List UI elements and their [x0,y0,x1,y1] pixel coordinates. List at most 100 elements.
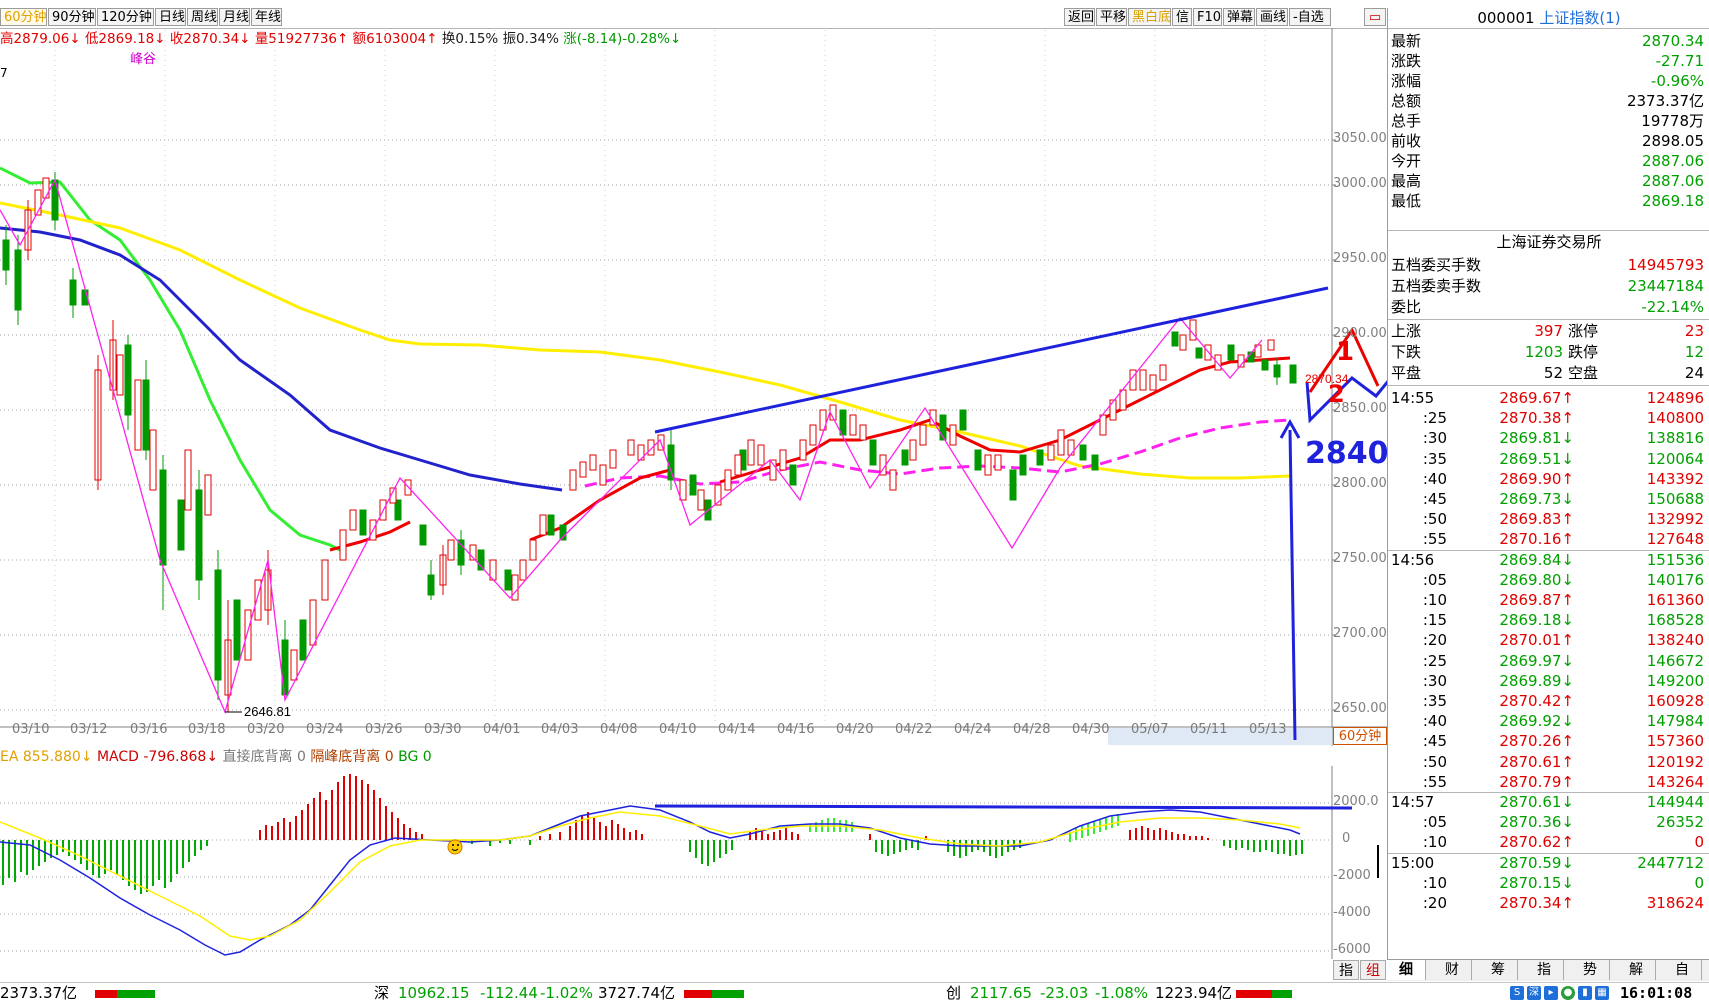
tick-time: :45 [1422,490,1447,508]
stat-label: 最高 [1391,172,1422,190]
tab-finance[interactable]: 财 [1433,960,1472,980]
tab-analysis[interactable]: 解 [1617,960,1656,980]
danmaku-button[interactable]: 弹幕 [1223,8,1255,26]
tick-volume: 140176 [1646,570,1704,589]
tick-time: :05 [1422,570,1447,589]
shanghai-icon[interactable]: S [1510,986,1524,1000]
stat-row: 涨幅 -0.96% [1388,70,1709,92]
back-button[interactable]: 返回 [1064,8,1095,26]
breadth-label: 空盘 [1568,364,1599,382]
macd-chart[interactable] [0,766,1387,959]
panel-tabs: 细 财 筹 指 势 解 自 [1387,959,1709,981]
tick-row: :45 2870.26↑ 157360 [1388,730,1709,752]
tick-price: 2870.34↑ [1499,894,1574,912]
date-tick: 03/24 [306,722,344,737]
date-tick: 03/26 [365,722,403,737]
period-indicator[interactable]: 60分钟 [1333,727,1387,745]
kline-chart[interactable]: 2646.81 2870.34 [0,28,1387,746]
tab-daily[interactable]: 日线 [155,8,186,26]
macd-tick: 2000.0 [1333,794,1379,809]
tab-120min[interactable]: 120分钟 [97,8,154,26]
pan-button[interactable]: 平移 [1096,8,1127,26]
breadth-value: 23 [1684,322,1704,340]
signal-bars-icon[interactable]: ▮ [1578,986,1592,1000]
stat-value: 2887.06 [1641,152,1704,170]
add-watchlist-button[interactable]: -自选 [1289,8,1331,26]
stat-value: -0.96% [1650,72,1704,90]
stat-value: 2898.05 [1641,132,1704,150]
tick-row: :30 2869.89↓ 149200 [1388,670,1709,692]
tab-trend[interactable]: 势 [1571,960,1610,980]
stat-value: -27.71 [1655,52,1704,70]
settings-icon[interactable]: ▦ [1595,986,1609,1000]
tick-volume: 318624 [1646,894,1704,912]
tick-price: 2870.61↓ [1499,793,1574,811]
breadth-value: 397 [1534,322,1563,340]
stat-label: 总手 [1391,112,1422,130]
f10-button[interactable]: F10 [1193,8,1222,26]
tick-price: 2869.83↑ [1499,510,1574,529]
tab-yearly[interactable]: 年线 [251,8,282,26]
stat-row: 最新 2870.34 [1388,30,1709,52]
network-icon[interactable]: ● [1561,986,1575,1000]
close-icon[interactable]: ▭ [1364,8,1386,26]
tick-row: 15:00 2870.59↓ 2447712 [1388,852,1709,874]
date-tick: 04/01 [483,722,521,737]
tick-price: 2869.18↓ [1499,611,1574,630]
stat-row: 总手 19778万 [1388,110,1709,132]
tab-90min[interactable]: 90分钟 [48,8,96,26]
group-side-tab[interactable]: 组 [1360,960,1386,980]
bw-background-button[interactable]: 黑白底 [1128,8,1171,26]
sh-up-bar [95,990,117,998]
tick-time: :40 [1422,469,1447,488]
tick-row: :20 2870.01↑ 138240 [1388,629,1709,651]
cy-down-bar [1272,990,1292,998]
tick-volume: 168528 [1646,611,1704,630]
resistance-trendline[interactable] [654,286,1329,434]
cy-index: 2117.65 [970,984,1033,1002]
stat-label: 涨跌 [1391,52,1422,70]
macd-level-line[interactable] [654,804,1353,810]
tab-custom[interactable]: 自 [1663,960,1702,980]
sh-down-bar [117,990,155,998]
tick-time: :55 [1422,530,1447,549]
date-tick: 04/28 [1013,722,1051,737]
tick-price: 2870.16↑ [1499,530,1574,549]
price-tick: 2900.00 [1333,326,1387,341]
tick-volume: 120064 [1646,449,1704,468]
tab-weekly[interactable]: 周线 [187,8,218,26]
flag-icon[interactable]: ▸ [1544,986,1558,1000]
shenzhen-icon[interactable]: 深 [1527,986,1541,1000]
tab-monthly[interactable]: 月线 [219,8,250,26]
tick-row: :20 2870.34↑ 318624 [1388,892,1709,914]
tab-detail[interactable]: 细 [1387,960,1426,980]
tab-60min[interactable]: 60分钟 [0,8,47,26]
date-tick: 04/24 [954,722,992,737]
order-row: 五档委买手数 14945793 [1388,254,1709,276]
tick-time: :10 [1422,833,1447,852]
stat-row: 前收 2898.05 [1388,130,1709,152]
tab-index[interactable]: 指 [1525,960,1564,980]
date-tick: 04/22 [895,722,933,737]
tick-time: :55 [1422,772,1447,791]
tick-row: :40 2869.90↑ 143392 [1388,468,1709,490]
date-tick: 03/20 [247,722,285,737]
tick-row: :10 2869.87↑ 161360 [1388,589,1709,611]
tick-row: :35 2869.51↓ 120064 [1388,448,1709,470]
draw-button[interactable]: 画线 [1256,8,1288,26]
breadth-row: 上涨 397 涨停 23 [1388,320,1709,342]
stat-label: 最新 [1391,32,1422,50]
stat-label: 最低 [1391,192,1422,210]
macd-tick: -2000 [1333,868,1371,883]
sz-change: -112.44 [480,984,538,1002]
tab-chips[interactable]: 筹 [1479,960,1518,980]
tick-row: :10 2870.15↓ 0 [1388,872,1709,894]
tick-time: :30 [1422,429,1447,448]
order-value: 23447184 [1627,277,1704,295]
panel-header: 000001 上证指数(1) [1388,8,1709,29]
date-tick: 03/18 [188,722,226,737]
index-side-tab[interactable]: 指 [1333,960,1359,980]
breadth-label: 涨停 [1568,322,1599,340]
tick-time: :20 [1422,894,1447,912]
signal-button[interactable]: 信 [1172,8,1192,26]
